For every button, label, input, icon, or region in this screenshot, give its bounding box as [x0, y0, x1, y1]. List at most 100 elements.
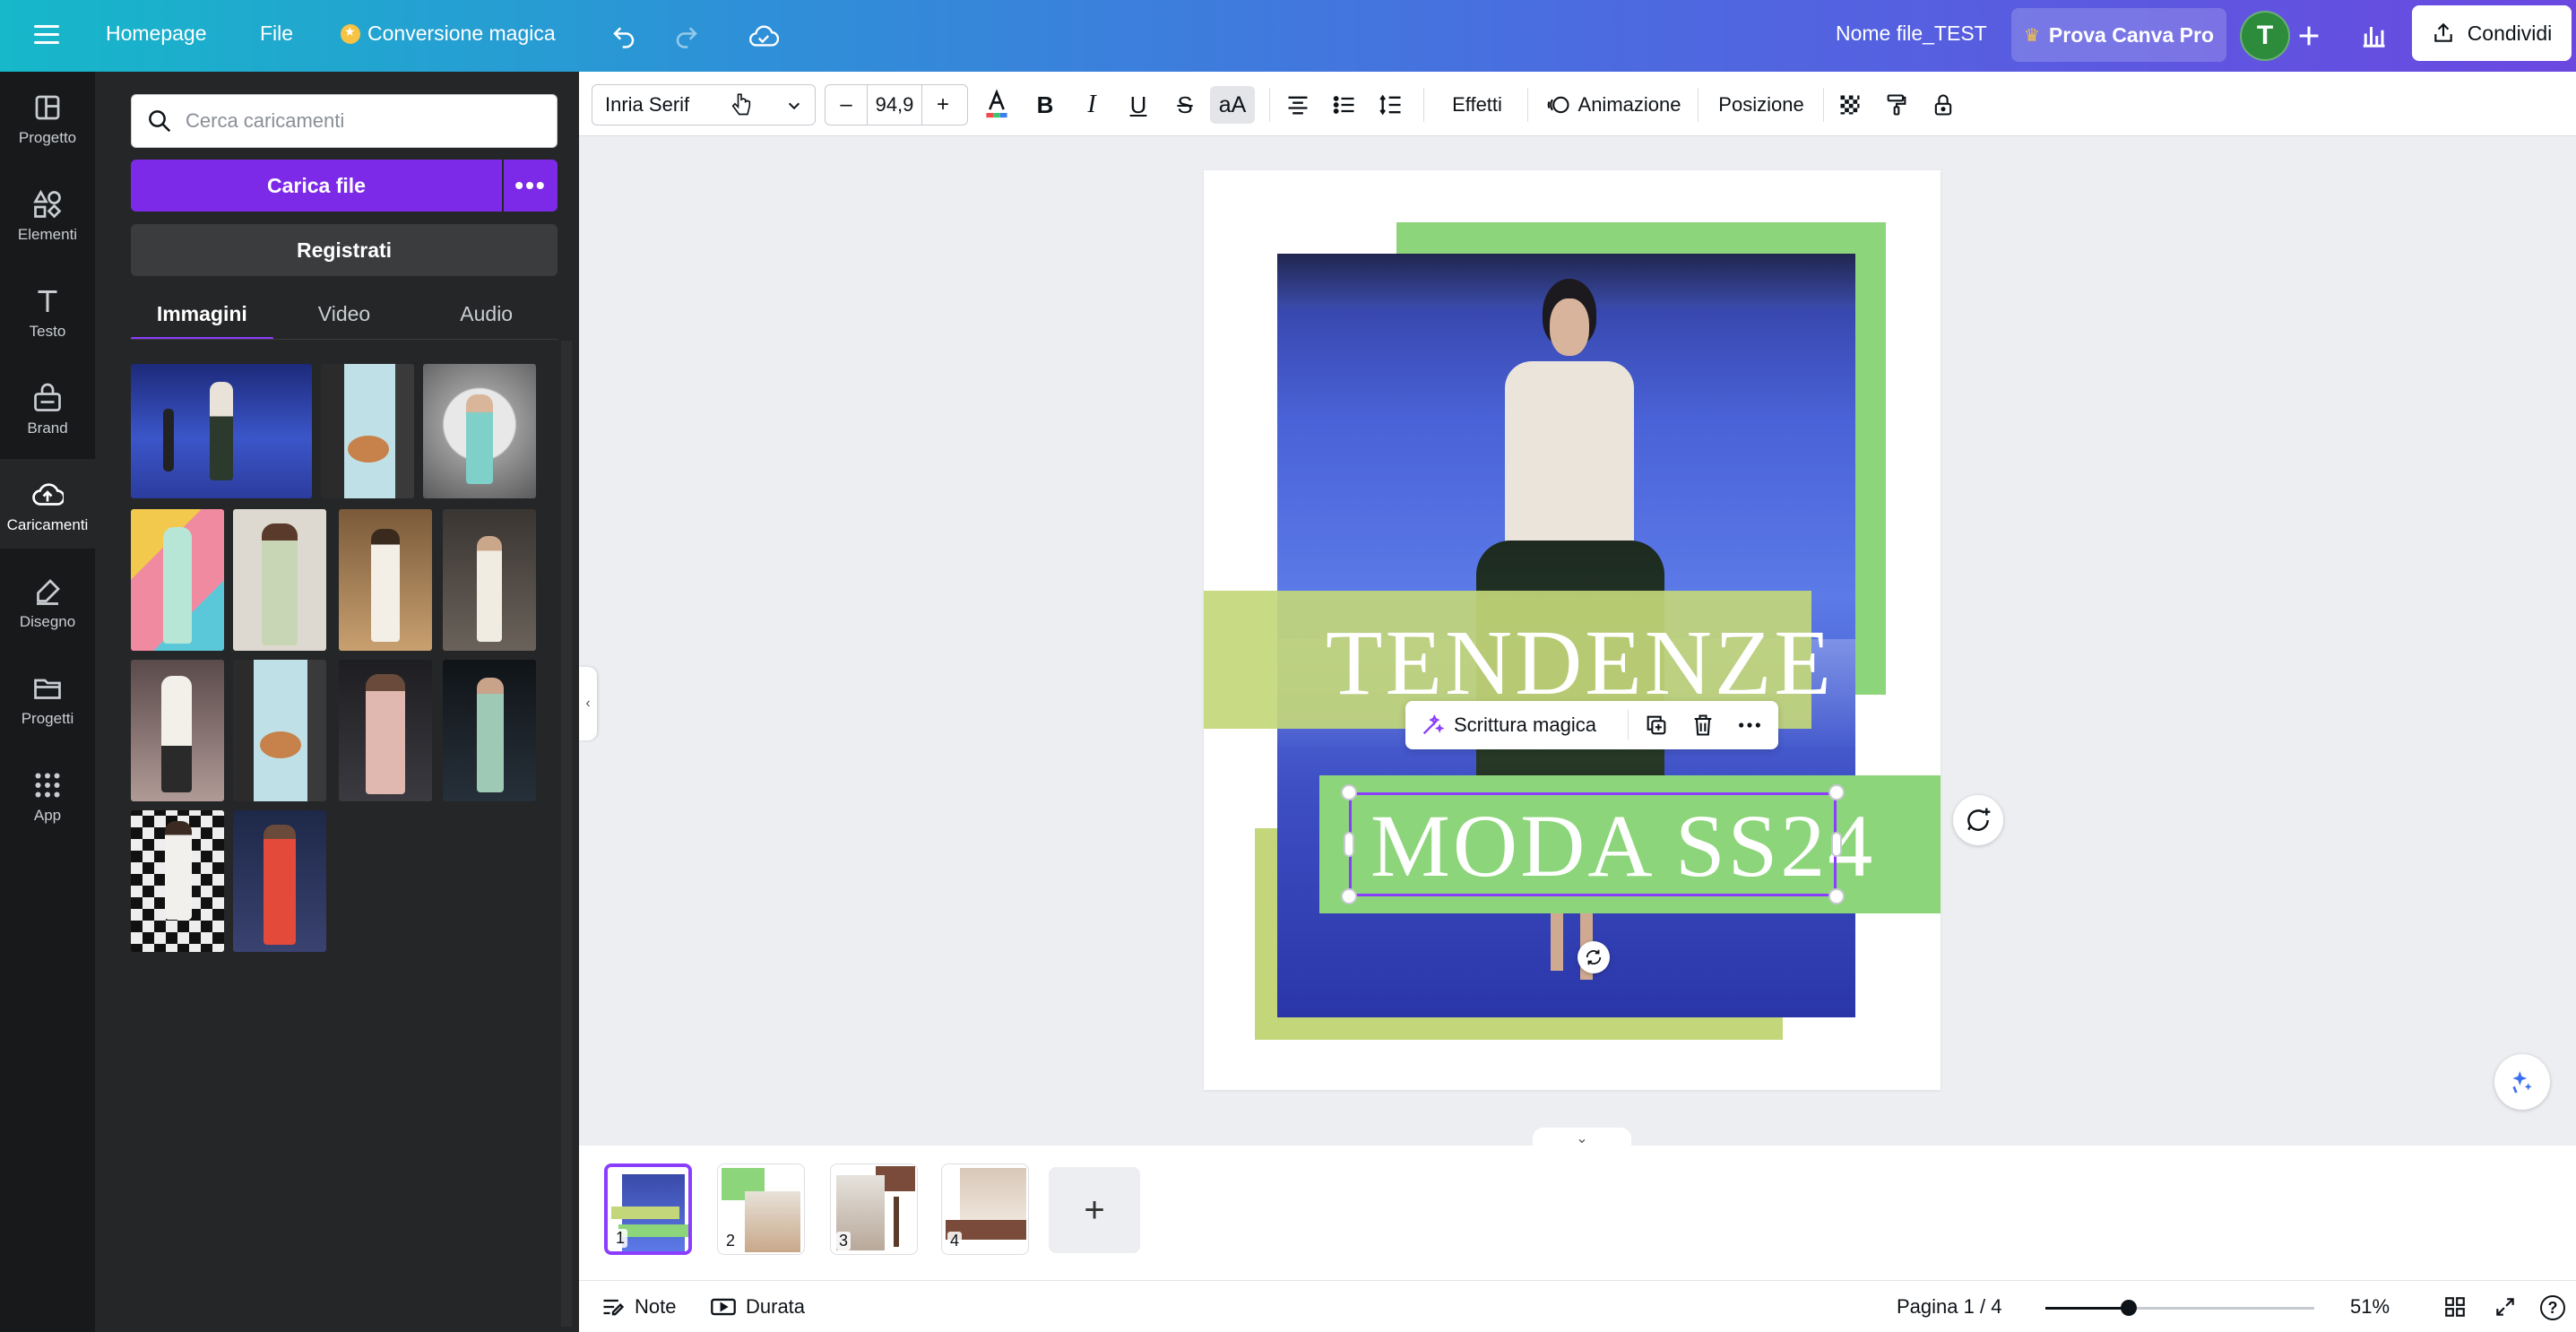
rotate-handle-icon[interactable] — [1578, 941, 1610, 973]
zoom-slider-knob[interactable] — [2121, 1300, 2137, 1316]
font-selector[interactable]: Inria Serif — [592, 84, 816, 125]
duration-label: Durata — [746, 1295, 806, 1318]
upload-thumbnail[interactable] — [131, 364, 312, 498]
lock-icon[interactable] — [1925, 86, 1961, 124]
resize-handle[interactable] — [1828, 784, 1845, 800]
record-button[interactable]: Registrati — [131, 224, 558, 276]
zoom-level[interactable]: 51% — [2350, 1295, 2390, 1319]
magic-write-button[interactable]: Scrittura magica — [1454, 714, 1596, 737]
rail-item-uploads[interactable]: Caricamenti — [0, 459, 95, 549]
menu-icon[interactable] — [30, 20, 63, 52]
analytics-icon[interactable] — [2356, 18, 2391, 54]
upload-thumbnail[interactable] — [233, 810, 326, 952]
resize-handle[interactable] — [1341, 784, 1357, 800]
rail-item-brand[interactable]: Brand — [0, 362, 95, 452]
fullscreen-icon[interactable] — [2494, 1295, 2517, 1319]
spacing-icon[interactable] — [1373, 86, 1409, 124]
tab-video[interactable]: Video — [273, 290, 416, 340]
resize-handle[interactable] — [1831, 832, 1842, 857]
resize-handle[interactable] — [1828, 888, 1845, 904]
case-icon[interactable]: aA — [1210, 86, 1255, 124]
upload-thumbnail[interactable] — [131, 810, 224, 952]
resize-handle[interactable] — [1344, 832, 1354, 857]
add-comment-icon[interactable] — [1953, 795, 2003, 845]
rail-item-project[interactable]: Progetto — [0, 72, 95, 161]
tab-images[interactable]: Immagini — [131, 290, 273, 340]
upload-thumbnail[interactable] — [321, 364, 414, 498]
resize-handle[interactable] — [1341, 888, 1357, 904]
animation-button[interactable]: Animazione — [1542, 86, 1685, 124]
upload-thumbnail[interactable] — [233, 660, 326, 801]
upload-thumbnail[interactable] — [443, 509, 536, 651]
file-menu[interactable]: File — [260, 22, 293, 46]
tab-audio[interactable]: Audio — [415, 290, 558, 340]
zoom-slider[interactable] — [2045, 1300, 2314, 1316]
font-size-input[interactable]: 94,9 — [867, 84, 922, 125]
align-center-icon[interactable] — [1280, 86, 1316, 124]
cloud-save-icon[interactable] — [746, 18, 782, 54]
thumb-band — [618, 1224, 688, 1237]
home-link[interactable]: Homepage — [106, 22, 207, 46]
upload-thumbnail[interactable] — [443, 660, 536, 801]
avatar[interactable]: T — [2240, 11, 2290, 61]
rail-item-draw[interactable]: Disegno — [0, 556, 95, 645]
collapse-panel-icon[interactable]: ‹ — [579, 667, 597, 740]
upload-thumbnail[interactable] — [339, 509, 432, 651]
upload-thumbnail[interactable] — [131, 509, 224, 651]
text-color-icon[interactable] — [979, 86, 1015, 124]
duration-button[interactable]: Durata — [710, 1295, 805, 1319]
rail-item-text[interactable]: Testo — [0, 265, 95, 355]
italic-icon[interactable]: I — [1074, 86, 1110, 124]
magic-assistant-icon[interactable] — [2494, 1054, 2550, 1110]
rail-item-apps[interactable]: App — [0, 749, 95, 839]
redo-icon[interactable] — [669, 18, 705, 54]
bold-icon[interactable]: B — [1027, 86, 1063, 124]
page-thumbnail-3[interactable]: 3 — [830, 1163, 918, 1255]
upload-file-button[interactable]: Carica file — [131, 160, 502, 212]
file-name[interactable]: Nome file_TEST — [1836, 22, 1987, 46]
search-input[interactable] — [186, 109, 544, 133]
page-thumbnail-2[interactable]: 2 — [717, 1163, 805, 1255]
upload-thumbnail[interactable] — [423, 364, 536, 498]
selection-box[interactable] — [1349, 792, 1837, 896]
page-thumbnail-1[interactable]: 1 — [604, 1163, 692, 1255]
upload-thumbnail[interactable] — [339, 660, 432, 801]
duplicate-icon[interactable] — [1644, 713, 1669, 738]
list-icon[interactable] — [1327, 86, 1362, 124]
notes-button[interactable]: Note — [601, 1295, 676, 1319]
uploads-panel: Carica file ••• Registrati Immagini Vide… — [95, 72, 579, 1332]
panel-scrollbar[interactable] — [561, 341, 572, 1327]
upload-thumbnail[interactable] — [131, 660, 224, 801]
share-button[interactable]: Condividi — [2412, 5, 2572, 61]
magic-switch-button[interactable]: Conversione magica — [341, 22, 556, 46]
help-icon[interactable]: ? — [2540, 1295, 2565, 1320]
underline-icon[interactable]: U — [1120, 86, 1156, 124]
page-thumbnail-4[interactable]: 4 — [941, 1163, 1029, 1255]
strikethrough-icon[interactable]: S — [1167, 86, 1203, 124]
footer-bar: Note Durata Pagina 1 / 4 51% ? — [579, 1280, 2576, 1332]
rail-item-projects[interactable]: Progetti — [0, 653, 95, 742]
trash-icon[interactable] — [1690, 713, 1716, 738]
more-options-icon[interactable]: ••• — [504, 160, 558, 212]
undo-icon[interactable] — [606, 18, 642, 54]
effects-button[interactable]: Effetti — [1441, 86, 1513, 124]
more-icon[interactable] — [1735, 713, 1764, 738]
add-icon[interactable] — [2291, 18, 2327, 54]
transparency-icon[interactable] — [1832, 86, 1868, 124]
increase-size-button[interactable]: + — [922, 92, 964, 117]
design-page[interactable]: TENDENZE MODA SS24 — [1204, 170, 1941, 1090]
rail-label: Caricamenti — [6, 516, 89, 533]
search-box[interactable] — [131, 94, 558, 148]
page-indicator[interactable]: Pagina 1 / 4 — [1897, 1295, 2001, 1319]
zoom-slider-fill — [2045, 1307, 2129, 1310]
upload-thumbnail[interactable] — [233, 509, 326, 651]
position-button[interactable]: Posizione — [1712, 86, 1811, 124]
rail-item-elements[interactable]: Elementi — [0, 169, 95, 258]
grid-view-icon[interactable] — [2443, 1295, 2467, 1319]
paint-roller-icon[interactable] — [1879, 86, 1915, 124]
add-page-button[interactable]: + — [1049, 1167, 1140, 1253]
toolbar-divider — [1823, 88, 1824, 122]
decrease-size-button[interactable]: – — [826, 92, 867, 117]
chevron-down-icon[interactable]: ⌄ — [1533, 1128, 1631, 1149]
try-pro-button[interactable]: ♛ Prova Canva Pro — [2011, 8, 2226, 62]
